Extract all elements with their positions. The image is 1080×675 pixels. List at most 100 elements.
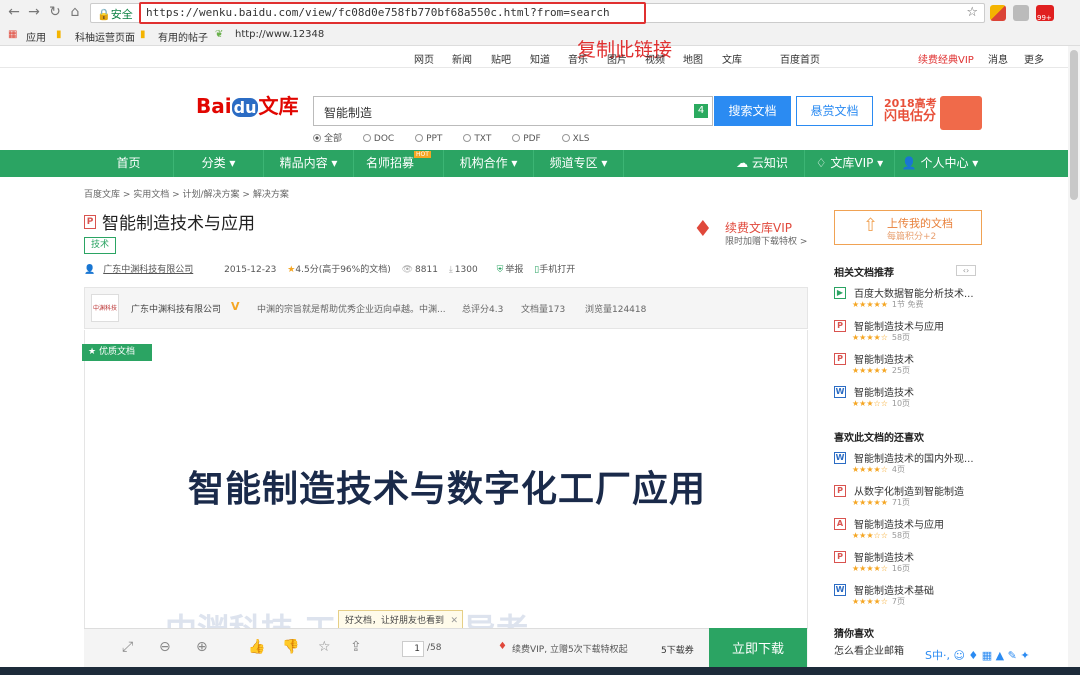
- exam-promo-banner[interactable]: 2018高考 闪电估分: [884, 97, 937, 123]
- toplink-messages[interactable]: 消息: [988, 51, 1008, 66]
- side-doc-meta: 58页: [891, 333, 911, 342]
- side-doc-item[interactable]: ▶ 百度大数据智能分析技术... ★★★★★ 1节 免费: [834, 285, 984, 315]
- leaf-icon: ❦: [215, 29, 224, 40]
- side-doc-title[interactable]: 智能制造技术: [854, 351, 986, 366]
- search-docs-button[interactable]: 搜索文档: [714, 96, 791, 126]
- side-doc-item[interactable]: A 智能制造技术与应用 ★★★☆☆ 58页: [834, 516, 984, 546]
- thumbs-down-icon[interactable]: 👎: [282, 639, 299, 655]
- bookmark-link[interactable]: http://www.12348: [235, 29, 324, 40]
- publisher-link[interactable]: 广东中渊科技有限公司: [103, 265, 193, 275]
- nav-user-center[interactable]: 👤 个人中心 ▾: [895, 150, 985, 177]
- toplink-zhidao[interactable]: 知道: [530, 51, 550, 66]
- toplink-more[interactable]: 更多: [1024, 51, 1044, 66]
- side-doc-title[interactable]: 智能制造技术: [854, 549, 986, 564]
- ime-toolbar[interactable]: S中·, ☺ ♦ ▦ ▲ ✎ ✦: [925, 647, 1080, 669]
- side-doc-title[interactable]: 智能制造技术: [854, 384, 986, 399]
- reward-docs-button[interactable]: 悬赏文档: [796, 96, 873, 126]
- report-link[interactable]: 举报: [505, 265, 523, 275]
- breadcrumb[interactable]: 百度文库 > 实用文档 > 计划/解决方案 > 解决方案: [84, 187, 289, 200]
- toplink-images[interactable]: 图片: [607, 51, 627, 66]
- side-doc-title[interactable]: 智能制造技术与应用: [854, 516, 986, 531]
- nav-category[interactable]: 分类 ▾: [174, 150, 264, 177]
- filter-pdf[interactable]: PDF: [512, 134, 541, 144]
- home-icon[interactable]: ⌂: [67, 4, 83, 20]
- side-doc-item[interactable]: P 智能制造技术 ★★★★☆ 16页: [834, 549, 984, 579]
- toplink-map[interactable]: 地图: [683, 51, 703, 66]
- reload-icon[interactable]: ↻: [47, 4, 63, 20]
- guess-item[interactable]: 怎么看企业邮箱: [834, 642, 904, 657]
- toplink-news[interactable]: 新闻: [452, 51, 472, 66]
- side-doc-title[interactable]: 智能制造技术与应用: [854, 318, 986, 333]
- nav-teachers[interactable]: 名师招募HOT: [354, 150, 444, 177]
- share-icon[interactable]: ⇪: [350, 639, 362, 655]
- notification-extension-icon[interactable]: 99+: [1036, 5, 1054, 22]
- file-type-filters: 全部 DOC PPT TXT PDF XLS: [313, 131, 608, 144]
- author-logo[interactable]: 中渊科技: [91, 294, 119, 322]
- side-doc-item[interactable]: W 智能制造技术的国内外现... ★★★★☆ 4页: [834, 450, 984, 480]
- side-doc-item[interactable]: P 智能制造技术与应用 ★★★★☆ 58页: [834, 318, 984, 348]
- thumbs-up-icon[interactable]: 👍: [248, 639, 265, 655]
- filter-xls[interactable]: XLS: [561, 134, 590, 144]
- zoom-out-icon[interactable]: ⊖: [159, 639, 171, 655]
- toplink-web[interactable]: 网页: [414, 51, 434, 66]
- toplink-wenku[interactable]: 文库: [722, 51, 742, 66]
- address-bar[interactable]: 🔒安全 https://wenku.baidu.com/view/fc08d0e…: [90, 2, 985, 24]
- toplink-baidu-home[interactable]: 百度首页: [780, 51, 820, 66]
- view-count: 8811: [415, 265, 438, 275]
- page-number-input[interactable]: 1: [402, 641, 424, 657]
- nav-partners[interactable]: 机构合作 ▾: [444, 150, 534, 177]
- back-icon[interactable]: ←: [6, 4, 22, 20]
- nav-cloud-knowledge[interactable]: ☁ 云知识: [720, 150, 805, 177]
- rating-stars: ★★★☆☆: [852, 531, 888, 540]
- top-links-bar: 网页 新闻 贴吧 知道 音乐 图片 视频 地图 文库 百度首页 续费经典VIP …: [0, 46, 1080, 68]
- filter-ppt[interactable]: PPT: [415, 134, 442, 144]
- filter-all[interactable]: 全部: [313, 134, 342, 144]
- nav-wenku-vip[interactable]: ♢ 文库VIP ▾: [805, 150, 895, 177]
- document-preview[interactable]: 智能制造技术与数字化工厂应用 中渊科技 工厂设计领导者: [84, 330, 808, 630]
- nav-channels[interactable]: 频道专区 ▾: [534, 150, 624, 177]
- toplink-music[interactable]: 音乐: [568, 51, 588, 66]
- url-text[interactable]: https://wenku.baidu.com/view/fc08d0e758f…: [139, 2, 646, 24]
- upload-doc-button[interactable]: ⇧ 上传我的文档 每篇积分+2: [834, 210, 982, 245]
- apps-grid-icon[interactable]: ▦: [8, 29, 17, 40]
- side-doc-title[interactable]: 智能制造技术基础: [854, 582, 986, 597]
- zoom-in-icon[interactable]: ⊕: [196, 639, 208, 655]
- publisher-icon: 👤: [84, 265, 96, 275]
- forward-icon[interactable]: →: [26, 4, 42, 20]
- baidu-wenku-logo[interactable]: Bai du 文库: [196, 90, 298, 119]
- side-doc-item[interactable]: W 智能制造技术基础 ★★★★☆ 7页: [834, 582, 984, 612]
- toolbar-vip-promo[interactable]: 续费VIP, 立赠5次下载特权起: [512, 642, 628, 655]
- open-on-mobile-link[interactable]: 手机打开: [539, 265, 575, 275]
- author-name[interactable]: 广东中渊科技有限公司: [131, 302, 221, 315]
- download-now-button[interactable]: 立即下载: [709, 628, 807, 672]
- side-doc-title[interactable]: 从数字化制造到智能制造: [854, 483, 986, 498]
- side-doc-item[interactable]: W 智能制造技术 ★★★☆☆ 10页: [834, 384, 984, 414]
- toplink-tieba[interactable]: 贴吧: [491, 51, 511, 66]
- side-doc-item[interactable]: P 从数字化制造到智能制造 ★★★★★ 71页: [834, 483, 984, 513]
- search-input[interactable]: 智能制造 4: [313, 96, 713, 126]
- side-doc-title[interactable]: 百度大数据智能分析技术...: [854, 285, 986, 300]
- side-doc-item[interactable]: P 智能制造技术 ★★★★★ 25页: [834, 351, 984, 381]
- bookmark-apps[interactable]: 应用: [26, 29, 46, 44]
- search-count-badge: 4: [694, 104, 708, 118]
- nav-home[interactable]: 首页: [84, 150, 174, 177]
- image-extension-icon[interactable]: [1013, 5, 1029, 21]
- filter-txt[interactable]: TXT: [463, 134, 491, 144]
- nav-premium[interactable]: 精品内容 ▾: [264, 150, 354, 177]
- favorite-star-icon[interactable]: ☆: [318, 639, 331, 655]
- scrollbar-thumb[interactable]: [1070, 50, 1078, 200]
- fullscreen-icon[interactable]: ⤢: [122, 639, 133, 655]
- bookmark-folder-1[interactable]: 科柚运营页面: [75, 29, 135, 44]
- toplink-video[interactable]: 视频: [645, 51, 665, 66]
- related-pager-arrows[interactable]: ‹›: [956, 265, 976, 276]
- filter-doc[interactable]: DOC: [362, 134, 394, 144]
- scrollbar[interactable]: [1068, 46, 1080, 675]
- extension-icon[interactable]: [990, 5, 1006, 21]
- doc-tag[interactable]: 技术: [84, 237, 116, 254]
- promo-image[interactable]: [940, 96, 982, 130]
- toplink-renew-vip[interactable]: 续费经典VIP: [918, 51, 974, 66]
- ppt-type-icon: P: [84, 215, 96, 229]
- bookmark-folder-2[interactable]: 有用的帖子: [158, 29, 208, 44]
- bookmark-star-icon[interactable]: ☆: [966, 5, 978, 20]
- side-doc-title[interactable]: 智能制造技术的国内外现...: [854, 450, 986, 465]
